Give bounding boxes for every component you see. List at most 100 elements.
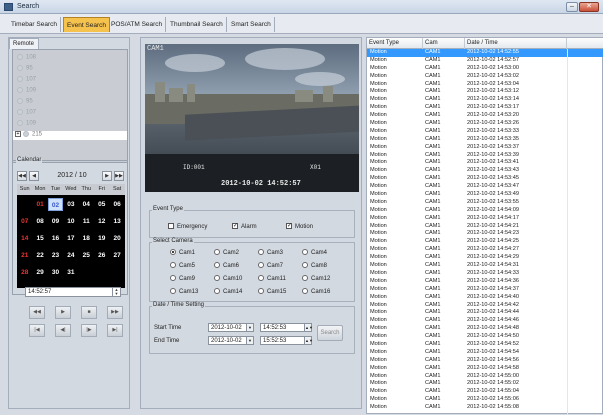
calendar-day[interactable]: 25: [79, 249, 94, 262]
next-year-icon[interactable]: ▶▶: [114, 171, 124, 181]
camera-radio-cam9[interactable]: Cam9: [170, 275, 195, 283]
camera-radio-cam7[interactable]: Cam7: [258, 262, 283, 270]
calendar-day[interactable]: 01: [32, 198, 47, 211]
motion-checkbox[interactable]: ✓ Motion: [286, 223, 313, 231]
tab-thumbnail-search[interactable]: Thumbnail Search: [167, 17, 227, 32]
camera-radio-cam15[interactable]: Cam15: [258, 288, 286, 296]
calendar-day[interactable]: 27: [109, 249, 124, 262]
spinner-icon[interactable]: ▲▼: [304, 337, 313, 344]
calendar-day[interactable]: 03: [63, 198, 78, 211]
table-cell: Motion: [370, 198, 387, 205]
tab-pos-atm-search[interactable]: POS/ATM Search: [108, 17, 167, 32]
minimize-icon[interactable]: –: [566, 2, 578, 12]
calendar-day[interactable]: 29: [32, 266, 47, 279]
calendar-day[interactable]: 17: [63, 232, 78, 245]
spinner-icon[interactable]: ▲▼: [304, 324, 313, 331]
search-button[interactable]: Search: [317, 325, 343, 341]
camera-radio-cam5[interactable]: Cam5: [170, 262, 195, 270]
emergency-checkbox[interactable]: Emergency: [168, 223, 207, 231]
fast-rewind-button[interactable]: ◀◀: [29, 306, 45, 319]
calendar-day[interactable]: 06: [109, 198, 124, 211]
prev-month-icon[interactable]: ◀: [29, 171, 39, 181]
tab-remote[interactable]: Remote: [9, 38, 39, 49]
camera-radio-cam3[interactable]: Cam3: [258, 249, 283, 257]
time-spinner-icon[interactable]: ▲ ▼: [112, 288, 120, 296]
device-tree[interactable]: 108 95 107 109 95 107 109 +215: [12, 49, 128, 163]
tree-item[interactable]: 109: [17, 87, 36, 96]
tree-item[interactable]: 107: [17, 109, 36, 118]
tab-timebar-search[interactable]: Timebar Search: [8, 17, 61, 32]
column-date-time[interactable]: Date / Time: [465, 38, 567, 49]
tab-event-search[interactable]: Event Search: [63, 17, 111, 32]
prev-year-icon[interactable]: ◀◀: [17, 171, 27, 181]
step-forward-button[interactable]: |▶: [81, 324, 97, 337]
camera-radio-cam10[interactable]: Cam10: [214, 275, 242, 283]
calendar-day[interactable]: 16: [48, 232, 63, 245]
camera-radio-cam11[interactable]: Cam11: [258, 275, 286, 283]
calendar-day[interactable]: 13: [109, 215, 124, 228]
calendar-day[interactable]: 08: [32, 215, 47, 228]
tree-item[interactable]: 95: [17, 98, 33, 107]
go-start-button[interactable]: |◀: [29, 324, 45, 337]
calendar-day[interactable]: 22: [32, 249, 47, 262]
calendar-day[interactable]: 05: [94, 198, 109, 211]
calendar-day[interactable]: 24: [63, 249, 78, 262]
calendar-day[interactable]: 10: [63, 215, 78, 228]
go-end-button[interactable]: ▶|: [107, 324, 123, 337]
close-icon[interactable]: ✕: [579, 2, 599, 12]
calendar-day[interactable]: 02: [47, 198, 64, 211]
tab-smart-search[interactable]: Smart Search: [228, 17, 275, 32]
calendar-day[interactable]: 14: [17, 232, 32, 245]
calendar-day[interactable]: 07: [17, 215, 32, 228]
calendar-day[interactable]: 15: [32, 232, 47, 245]
expand-icon[interactable]: +: [15, 131, 21, 137]
calendar-day[interactable]: 09: [48, 215, 63, 228]
tree-item[interactable]: 108: [17, 54, 36, 63]
tree-item[interactable]: 95: [17, 65, 33, 74]
play-button[interactable]: ▶: [55, 306, 71, 319]
calendar-day[interactable]: 30: [48, 266, 63, 279]
table-cell: CAM1: [425, 72, 441, 79]
camera-radio-cam12[interactable]: Cam12: [302, 275, 330, 283]
fast-forward-button[interactable]: ▶▶: [107, 306, 123, 319]
camera-radio-cam6[interactable]: Cam6: [214, 262, 239, 270]
calendar-day[interactable]: 21: [17, 249, 32, 262]
camera-radio-cam13[interactable]: Cam13: [170, 288, 198, 296]
camera-radio-cam8[interactable]: Cam8: [302, 262, 327, 270]
start-time-label: Start Time: [154, 325, 182, 331]
results-table[interactable]: Event Type Cam Date / Time Motion CAM1 201…: [366, 37, 603, 415]
column-cam[interactable]: Cam: [423, 38, 465, 49]
calendar-day[interactable]: 11: [79, 215, 94, 228]
calendar-day[interactable]: 26: [94, 249, 109, 262]
calendar-day[interactable]: 04: [79, 198, 94, 211]
calendar-day[interactable]: 12: [94, 215, 109, 228]
chevron-down-icon[interactable]: ▼: [246, 337, 253, 344]
calendar-day[interactable]: 28: [17, 266, 32, 279]
tree-item[interactable]: 107: [17, 76, 36, 85]
camera-radio-cam2[interactable]: Cam2: [214, 249, 239, 257]
start-time-input[interactable]: 14:52:53 ▲▼: [260, 323, 313, 332]
calendar-day[interactable]: 18: [79, 232, 94, 245]
start-date-select[interactable]: 2012-10-02 ▼: [208, 323, 254, 332]
stop-button[interactable]: ■: [81, 306, 97, 319]
calendar-day[interactable]: 31: [63, 266, 78, 279]
tree-item[interactable]: 109: [17, 120, 36, 129]
end-date-select[interactable]: 2012-10-02 ▼: [208, 336, 254, 345]
calendar-day[interactable]: 23: [48, 249, 63, 262]
tree-item-selected[interactable]: +215: [13, 131, 127, 140]
time-field[interactable]: 14:52:57 ▲ ▼: [25, 287, 121, 297]
camera-radio-cam1[interactable]: Cam1: [170, 249, 195, 257]
camera-radio-cam16[interactable]: Cam16: [302, 288, 330, 296]
calendar-day[interactable]: 20: [109, 232, 124, 245]
alarm-checkbox[interactable]: ✓ Alarm: [232, 223, 257, 231]
chevron-down-icon[interactable]: ▼: [246, 324, 253, 331]
video-view[interactable]: CAM1 ID:001 X01 2012-10-02 14:52:57: [145, 44, 359, 192]
camera-radio-cam14[interactable]: Cam14: [214, 288, 242, 296]
camera-radio-cam4[interactable]: Cam4: [302, 249, 327, 257]
end-time-input[interactable]: 15:52:53 ▲▼: [260, 336, 313, 345]
column-event-type[interactable]: Event Type: [367, 38, 423, 49]
calendar-day[interactable]: 19: [94, 232, 109, 245]
next-month-icon[interactable]: ▶: [102, 171, 112, 181]
step-back-button[interactable]: ◀|: [55, 324, 71, 337]
table-cell: Motion: [370, 127, 387, 134]
